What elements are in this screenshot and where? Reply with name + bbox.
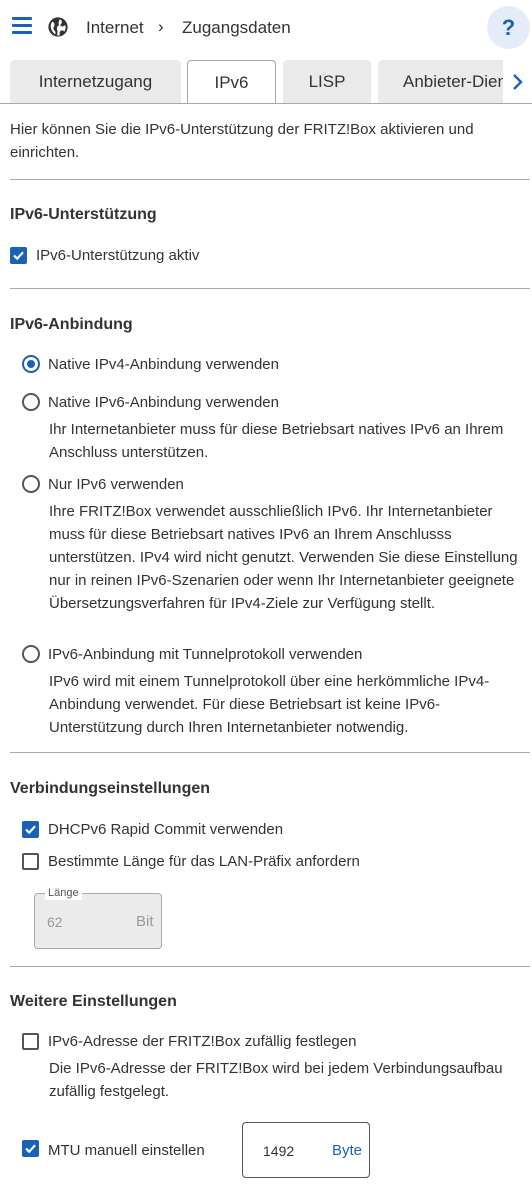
section-title-support: IPv6-Unterstützung <box>10 206 157 223</box>
tab-bar: Internetzugang IPv6 LISP Anbieter-Dienst… <box>0 60 532 104</box>
checkmark-icon <box>25 825 36 835</box>
divider <box>10 966 530 967</box>
section-title-connection: Verbindungseinstellungen <box>10 780 211 797</box>
divider <box>10 288 530 289</box>
radio-tunnel[interactable] <box>22 645 40 663</box>
radio-native-ipv6[interactable] <box>22 393 40 411</box>
radio-tunnel-label[interactable]: IPv6-Anbindung mit Tunnelprotokoll verwe… <box>48 645 362 665</box>
page-title: Zugangsdaten <box>182 18 291 37</box>
rapid-commit-label[interactable]: DHCPv6 Rapid Commit verwenden <box>48 820 283 840</box>
tab-internetzugang[interactable]: Internetzugang <box>10 60 181 103</box>
breadcrumb-internet[interactable]: Internet <box>86 18 144 38</box>
random-address-label[interactable]: IPv6-Adresse der FRITZ!Box zufällig fest… <box>48 1032 356 1052</box>
prefix-length-unit: Bit <box>136 913 154 930</box>
prefix-length-field[interactable]: Länge 62 Bit <box>34 886 162 949</box>
mtu-checkbox[interactable] <box>22 1140 39 1157</box>
random-address-description: Die IPv6-Adresse der FRITZ!Box wird bei … <box>49 1060 503 1100</box>
divider <box>10 752 530 753</box>
help-button[interactable]: ? <box>487 6 530 49</box>
mtu-value: 1492 <box>263 1143 295 1159</box>
mtu-field[interactable]: 1492 Byte <box>242 1122 370 1178</box>
breadcrumb-separator: › <box>158 17 164 36</box>
prefix-length-checkbox[interactable] <box>22 853 39 870</box>
section-title-binding: IPv6-Anbindung <box>10 316 133 333</box>
tab-lisp[interactable]: LISP <box>283 60 371 103</box>
intro-text: Hier können Sie die IPv6-Unterstützung d… <box>10 121 474 161</box>
tab-ipv6[interactable]: IPv6 <box>187 60 276 103</box>
radio-ipv6-only-description: Ihre FRITZ!Box verwendet ausschließlich … <box>49 503 518 612</box>
radio-tunnel-description: IPv6 wird mit einem Tunnelprotokoll über… <box>49 673 490 736</box>
menu-icon[interactable] <box>12 17 32 34</box>
radio-native-ipv4[interactable] <box>22 355 40 373</box>
prefix-length-label[interactable]: Bestimmte Länge für das LAN-Präfix anfor… <box>48 852 360 872</box>
radio-native-ipv6-description: Ihr Internetanbieter muss für diese Betr… <box>49 421 504 461</box>
radio-native-ipv4-label[interactable]: Native IPv4-Anbindung verwenden <box>48 355 279 375</box>
ipv6-support-label[interactable]: IPv6-Unterstützung aktiv <box>36 246 199 266</box>
mtu-label[interactable]: MTU manuell einstellen <box>48 1141 205 1161</box>
checkmark-icon <box>25 1144 36 1154</box>
tabs-next-button[interactable] <box>503 60 532 103</box>
radio-ipv6-only-label[interactable]: Nur IPv6 verwenden <box>48 475 184 495</box>
globe-icon <box>48 17 68 37</box>
ipv6-support-checkbox[interactable] <box>10 247 27 264</box>
rapid-commit-checkbox[interactable] <box>22 821 39 838</box>
radio-ipv6-only[interactable] <box>22 475 40 493</box>
top-bar: Internet › Zugangsdaten ? <box>0 0 532 56</box>
prefix-length-legend: Länge <box>45 886 82 900</box>
divider <box>10 179 530 180</box>
checkmark-icon <box>13 251 24 261</box>
mtu-unit: Byte <box>332 1142 363 1159</box>
random-address-checkbox[interactable] <box>22 1033 39 1050</box>
radio-native-ipv6-label[interactable]: Native IPv6-Anbindung verwenden <box>48 393 279 413</box>
section-title-further: Weitere Einstellungen <box>10 993 177 1010</box>
prefix-length-value: 62 <box>47 914 63 930</box>
chevron-right-icon <box>513 74 523 90</box>
